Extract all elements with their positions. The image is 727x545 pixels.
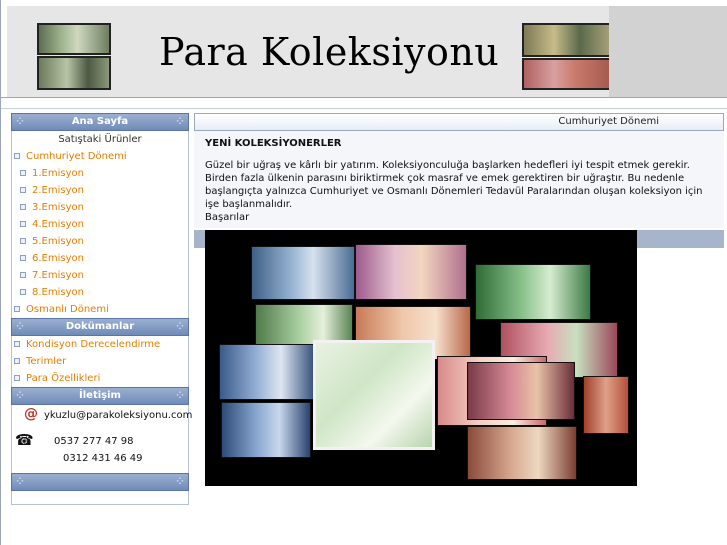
corner-icon: ⁘ (176, 477, 184, 487)
sidebar-item-3-emisyon[interactable]: 3.Emisyon (12, 199, 188, 216)
bullet-icon (14, 306, 20, 312)
banknote-icon (522, 23, 612, 57)
header-banner: Para Koleksiyonu (7, 6, 612, 97)
page: Para Koleksiyonu ⁘ Ana Sayfa ⁘ Satıştaki… (0, 0, 727, 545)
corner-icon: ⁘ (16, 391, 24, 401)
sidebar-item-label: 4.Emisyon (32, 219, 84, 230)
banknote-icon (313, 340, 435, 450)
banknote-icon (37, 56, 111, 90)
bullet-icon (14, 341, 20, 347)
section-heading: YENİ KOLEKSİYONERLER (205, 138, 342, 149)
corner-icon: ⁘ (176, 391, 184, 401)
divider (1, 108, 727, 109)
site-title: Para Koleksiyonu (159, 30, 500, 74)
banknote-icon (475, 264, 591, 320)
sidebar-item-label: 7.Emisyon (32, 270, 84, 281)
sidebar-menu: Satıştaki Ürünler Cumhuriyet Dönemi 1.Em… (11, 131, 189, 318)
bullet-icon (20, 187, 26, 193)
sidebar-item-label: 5.Emisyon (32, 236, 84, 247)
sidebar-item-1-emisyon[interactable]: 1.Emisyon (12, 165, 188, 182)
banknote-collection-photo (205, 230, 637, 486)
sidebar-item-label: 6.Emisyon (32, 253, 84, 264)
bullet-icon (20, 221, 26, 227)
banknote-icon (467, 362, 575, 420)
intro-text: YENİ KOLEKSİYONERLER Güzel bir uğraş ve … (194, 131, 724, 228)
sidebar: ⁘ Ana Sayfa ⁘ Satıştaki Ürünler Cumhuriy… (11, 113, 192, 505)
banknote-icon (37, 23, 111, 55)
sidebar-item-kondisyon[interactable]: Kondisyon Derecelendirme (12, 336, 188, 353)
banknote-icon (355, 244, 467, 300)
sidebar-item-label: Osmanlı Dönemi (26, 304, 109, 315)
contact-box: @ ykuzlu@parakoleksiyonu.com ☎ 0537 277 … (11, 405, 192, 473)
bullet-icon (14, 358, 20, 364)
bullet-icon (20, 289, 26, 295)
sidebar-item-label: 2.Emisyon (32, 185, 84, 196)
banknote-icon (522, 58, 612, 90)
phone-icon: ☎ (15, 431, 34, 449)
banknote-icon (583, 376, 629, 434)
sidebar-header-iletisim: ⁘ İletişim ⁘ (11, 387, 189, 405)
closing-text: Başarılar (205, 212, 250, 223)
section-header: Cumhuriyet Dönemi (194, 113, 724, 131)
header-filler (609, 6, 727, 97)
intro-paragraph: Güzel bir uğraş ve kârlı bir yatırım. Ko… (205, 160, 703, 210)
sidebar-item-label: 8.Emisyon (32, 287, 84, 298)
bullet-icon (20, 255, 26, 261)
bullet-icon (20, 238, 26, 244)
sidebar-item-cumhuriyet-donemi[interactable]: Cumhuriyet Dönemi (12, 148, 188, 165)
contact-phone-landline: 0312 431 46 49 (63, 453, 143, 464)
corner-icon: ⁘ (176, 322, 184, 332)
sidebar-menu: Kondisyon Derecelendirme Terimler Para Ö… (11, 336, 189, 387)
sidebar-header-label: Ana Sayfa (71, 116, 129, 127)
banknote-icon (221, 402, 311, 458)
banknote-icon (251, 246, 355, 300)
sidebar-item-8-emisyon[interactable]: 8.Emisyon (12, 284, 188, 301)
sidebar-item-osmanli-donemi[interactable]: Osmanlı Dönemi (12, 301, 188, 318)
sidebar-item-satistaki-urunler[interactable]: Satıştaki Ürünler (12, 131, 188, 148)
sidebar-header-dokumanlar: ⁘ Dokümanlar ⁘ (11, 318, 189, 336)
sidebar-item-label: 3.Emisyon (32, 202, 84, 213)
corner-icon: ⁘ (176, 117, 184, 127)
email-icon: @ (24, 406, 38, 422)
bullet-icon (20, 170, 26, 176)
sidebar-item-7-emisyon[interactable]: 7.Emisyon (12, 267, 188, 284)
sidebar-item-label: Kondisyon Derecelendirme (26, 339, 161, 350)
sidebar-item-label: Satıştaki Ürünler (58, 134, 142, 145)
corner-icon: ⁘ (16, 322, 24, 332)
sidebar-footer (11, 491, 189, 505)
sidebar-item-4-emisyon[interactable]: 4.Emisyon (12, 216, 188, 233)
sidebar-item-label: Para Özellikleri (26, 373, 101, 384)
sidebar-header-label: İletişim (79, 390, 121, 401)
banknote-icon (467, 426, 577, 480)
sidebar-footer-bar: ⁘ ⁘ (11, 473, 189, 491)
sidebar-item-label: 1.Emisyon (32, 168, 84, 179)
sidebar-item-5-emisyon[interactable]: 5.Emisyon (12, 233, 188, 250)
sidebar-item-terimler[interactable]: Terimler (12, 353, 188, 370)
sidebar-item-6-emisyon[interactable]: 6.Emisyon (12, 250, 188, 267)
sidebar-header-ana-sayfa: ⁘ Ana Sayfa ⁘ (11, 113, 189, 131)
sidebar-item-label: Cumhuriyet Dönemi (26, 151, 127, 162)
corner-icon: ⁘ (16, 117, 24, 127)
sidebar-item-label: Terimler (26, 356, 67, 367)
sidebar-header-label: Dokümanlar (65, 321, 135, 332)
sidebar-item-para-ozellikleri[interactable]: Para Özellikleri (12, 370, 188, 387)
corner-icon: ⁘ (16, 477, 24, 487)
bullet-icon (14, 153, 20, 159)
divider (1, 97, 727, 98)
sidebar-item-2-emisyon[interactable]: 2.Emisyon (12, 182, 188, 199)
banknote-icon (219, 344, 315, 400)
contact-email[interactable]: ykuzlu@parakoleksiyonu.com (44, 410, 192, 421)
bullet-icon (20, 272, 26, 278)
main-content: Cumhuriyet Dönemi YENİ KOLEKSİYONERLER G… (194, 113, 724, 486)
contact-phone-mobile: 0537 277 47 98 (54, 436, 134, 447)
bullet-icon (20, 204, 26, 210)
bullet-icon (14, 375, 20, 381)
